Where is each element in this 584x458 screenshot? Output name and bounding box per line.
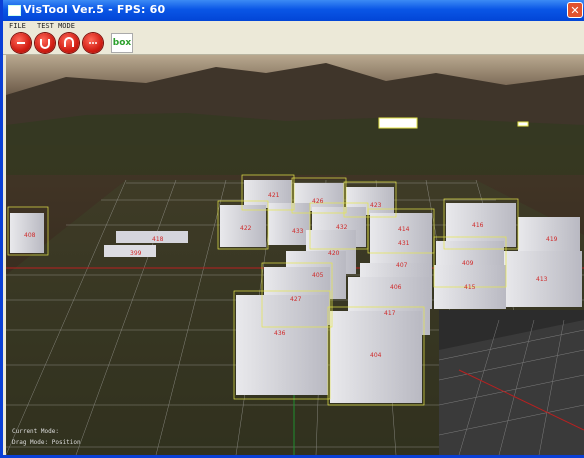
building-label: 432 [336, 224, 348, 231]
building-label: 414 [398, 226, 410, 233]
menu-test-mode[interactable]: TEST MODE [37, 21, 75, 31]
building-label: 399 [130, 250, 142, 257]
3d-viewport[interactable]: 408 399 418 421 426 423 422 433 432 414 … [6, 55, 584, 455]
app-icon [8, 5, 21, 16]
menu-bar: FILE TEST MODE [3, 21, 584, 31]
drag-mode-label: Drag Mode: Position [12, 439, 81, 446]
magnet-button[interactable] [35, 33, 55, 53]
building-label: 405 [312, 272, 324, 279]
box-button[interactable]: box [111, 33, 133, 53]
toolbar: box [3, 31, 584, 55]
title-bar[interactable]: VisTool Ver.5 - FPS: 60 ✕ [3, 0, 584, 21]
current-mode-label: Current Mode: [12, 428, 59, 435]
minus-button[interactable] [11, 33, 31, 53]
magnet-u-icon [40, 39, 50, 49]
app-window: VisTool Ver.5 - FPS: 60 ✕ FILE TEST MODE… [0, 0, 584, 458]
building-label: 427 [290, 296, 302, 303]
building-label: 409 [462, 260, 474, 267]
building-label: 406 [390, 284, 402, 291]
building-label: 418 [152, 236, 164, 243]
minimap-view[interactable] [439, 310, 584, 455]
window-title: VisTool Ver.5 - FPS: 60 [23, 3, 166, 16]
building-label: 419 [546, 236, 558, 243]
building-label: 408 [24, 232, 36, 239]
minimap-render [439, 310, 584, 455]
building-label: 407 [396, 262, 408, 269]
building-label: 422 [240, 225, 252, 232]
building-label: 415 [464, 284, 476, 291]
minus-icon [17, 42, 25, 44]
building-label: 436 [274, 330, 286, 337]
close-button[interactable]: ✕ [567, 2, 583, 18]
building-label: 420 [328, 250, 340, 257]
building-label: 421 [268, 192, 280, 199]
menu-file[interactable]: FILE [9, 21, 26, 31]
arch-button[interactable] [59, 33, 79, 53]
building-label: 416 [472, 222, 484, 229]
building-label: 433 [292, 228, 304, 235]
arch-n-icon [64, 37, 74, 47]
ellipsis-icon [89, 42, 97, 44]
more-button[interactable] [83, 33, 103, 53]
building-label: 426 [312, 198, 324, 205]
building-label: 423 [370, 202, 382, 209]
building-label: 404 [370, 352, 382, 359]
building-label: 413 [536, 276, 548, 283]
building-label: 417 [384, 310, 396, 317]
building-label: 431 [398, 240, 410, 247]
